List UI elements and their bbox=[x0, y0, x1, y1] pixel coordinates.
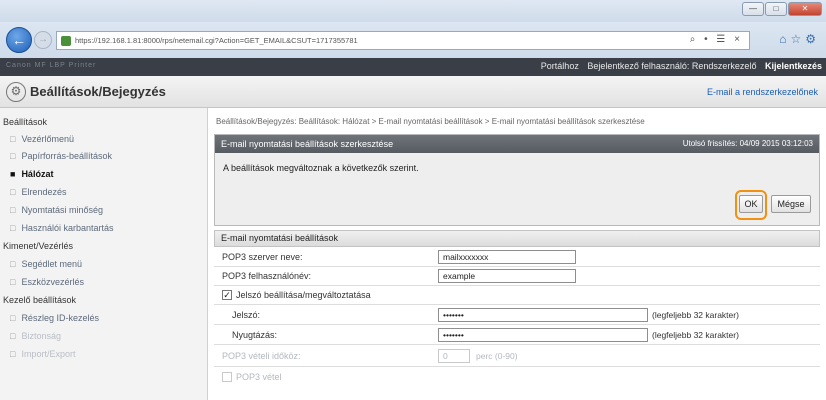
row-pop3-user: POP3 felhasználónév: example bbox=[214, 267, 820, 286]
page-header: ⚙ Beállítások/Bejegyzés E-mail a rendsze… bbox=[0, 76, 826, 108]
pop3-server-input[interactable]: mailxxxxxxx bbox=[438, 250, 576, 264]
top-links: Portálhoz Bejelentkező felhasználó: Rend… bbox=[535, 61, 822, 71]
pop3-timeout-input[interactable]: 0 bbox=[438, 349, 470, 363]
sidebar-item-device-control[interactable]: □ Eszközvezérlés bbox=[10, 277, 84, 287]
site-favicon-icon bbox=[61, 36, 71, 46]
back-button[interactable]: ← bbox=[6, 27, 32, 53]
gear-icon[interactable]: ⚙ bbox=[805, 32, 820, 46]
section-header: E-mail nyomtatási beállítások bbox=[214, 230, 820, 247]
sidebar-item-security[interactable]: □ Biztonság bbox=[10, 331, 61, 341]
password-change-label: Jelszó beállítása/megváltoztatása bbox=[236, 290, 371, 300]
sidebar-item-layout[interactable]: □ Elrendezés bbox=[10, 187, 66, 197]
row-pop3-receive: POP3 vétel bbox=[214, 367, 820, 387]
sidebar-item-print-quality[interactable]: □ Nyomtatási minőség bbox=[10, 205, 103, 215]
portal-link[interactable]: Portálhoz bbox=[541, 61, 579, 71]
sidebar-item-paper-source[interactable]: □ Papírforrás-beállítások bbox=[10, 151, 112, 161]
sidebar-item-control-menu[interactable]: □ Vezérlőmenü bbox=[10, 134, 74, 144]
sidebar: Beállítások □ Vezérlőmenü □ Papírforrás-be… bbox=[0, 108, 208, 400]
cancel-button[interactable]: Mégse bbox=[771, 195, 811, 213]
browser-icons: ⌂☆⚙ bbox=[779, 32, 820, 46]
star-icon[interactable]: ☆ bbox=[790, 32, 805, 46]
password-label: Jelszó: bbox=[232, 310, 261, 320]
forward-button[interactable]: → bbox=[34, 31, 52, 49]
confirm-panel: E-mail nyomtatási beállítások szerkeszté… bbox=[214, 134, 820, 226]
confirm-hint: (legfeljebb 32 karakter) bbox=[652, 330, 739, 340]
sidebar-item-import-export[interactable]: □ Import/Export bbox=[10, 349, 75, 359]
close-window-button[interactable]: ✕ bbox=[788, 2, 822, 16]
sidebar-item-utility-menu[interactable]: □ Segédlet menü bbox=[10, 259, 82, 269]
password-change-checkbox[interactable]: ✓ bbox=[222, 290, 232, 300]
pop3-server-label: POP3 szerver neve: bbox=[222, 252, 303, 262]
address-tools[interactable]: ⌕ • ☰ × bbox=[690, 34, 743, 45]
maximize-button[interactable]: □ bbox=[765, 2, 787, 16]
confirm-label: Nyugtázás: bbox=[232, 330, 278, 340]
panel-title: E-mail nyomtatási beállítások szerkeszté… bbox=[221, 139, 394, 149]
row-password: Jelszó: ••••••• (legfeljebb 32 karakter) bbox=[214, 305, 820, 325]
sidebar-group-output: Kimenet/Vezérlés bbox=[3, 241, 74, 251]
logout-link[interactable]: Kijelentkezés bbox=[765, 61, 822, 71]
minimize-button[interactable]: — bbox=[742, 2, 764, 16]
password-hint: (legfeljebb 32 karakter) bbox=[652, 310, 739, 320]
pop3-user-input[interactable]: example bbox=[438, 269, 576, 283]
window-controls: — □ ✕ bbox=[742, 2, 822, 16]
pop3-receive-label: POP3 vétel bbox=[236, 372, 282, 382]
address-bar[interactable]: https://192.168.1.81:8000/rps/netemail.c… bbox=[56, 31, 750, 50]
row-confirm: Nyugtázás: ••••••• (legfeljebb 32 karakt… bbox=[214, 325, 820, 345]
pop3-user-label: POP3 felhasználónév: bbox=[222, 271, 312, 281]
settings-gear-icon: ⚙ bbox=[6, 82, 26, 102]
page-title: Beállítások/Bejegyzés bbox=[30, 84, 166, 99]
panel-body: A beállítások megváltoznak a következők … bbox=[215, 153, 819, 225]
sidebar-item-department-id[interactable]: □ Részleg ID-kezelés bbox=[10, 313, 99, 323]
device-name: Canon MF LBP Printer bbox=[6, 62, 97, 69]
row-pop3-timeout: POP3 vételi időköz: 0 perc (0-90) bbox=[214, 345, 820, 367]
logged-in-user: Bejelentkező felhasználó: Rendszerkezelő bbox=[587, 61, 757, 71]
row-pop3-server: POP3 szerver neve: mailxxxxxxx bbox=[214, 248, 820, 267]
app-topbar: Canon MF LBP Printer Portálhoz Bejelentk… bbox=[0, 58, 826, 76]
browser-toolbar: ← → https://192.168.1.81:8000/rps/netema… bbox=[0, 22, 826, 58]
sidebar-item-network[interactable]: ■ Hálózat bbox=[10, 169, 53, 179]
sidebar-item-user-maintenance[interactable]: □ Használói karbantartás bbox=[10, 223, 114, 233]
panel-header: E-mail nyomtatási beállítások szerkeszté… bbox=[215, 135, 819, 153]
pop3-timeout-label: POP3 vételi időköz: bbox=[222, 351, 301, 361]
breadcrumb: Beállítások/Bejegyzés: Beállítások: Háló… bbox=[216, 117, 645, 126]
home-icon[interactable]: ⌂ bbox=[779, 32, 790, 46]
ok-button[interactable]: OK bbox=[739, 195, 763, 213]
password-input[interactable]: ••••••• bbox=[438, 308, 648, 322]
row-password-change: ✓ Jelszó beállítása/megváltoztatása bbox=[214, 286, 820, 305]
sidebar-group-admin: Kezelő beállítások bbox=[3, 295, 77, 305]
confirm-message: A beállítások megváltoznak a következők … bbox=[223, 163, 419, 173]
pop3-timeout-unit: perc (0-90) bbox=[476, 351, 518, 361]
confirm-password-input[interactable]: ••••••• bbox=[438, 328, 648, 342]
address-url[interactable]: https://192.168.1.81:8000/rps/netemail.c… bbox=[75, 36, 515, 45]
pop3-receive-checkbox[interactable] bbox=[222, 372, 232, 382]
mail-admin-link[interactable]: E-mail a rendszerkezelőnek bbox=[707, 87, 818, 97]
sidebar-group-settings: Beállítások bbox=[3, 117, 48, 127]
last-updated: Utolsó frissítés: 04/09 2015 03:12:03 bbox=[682, 139, 813, 148]
